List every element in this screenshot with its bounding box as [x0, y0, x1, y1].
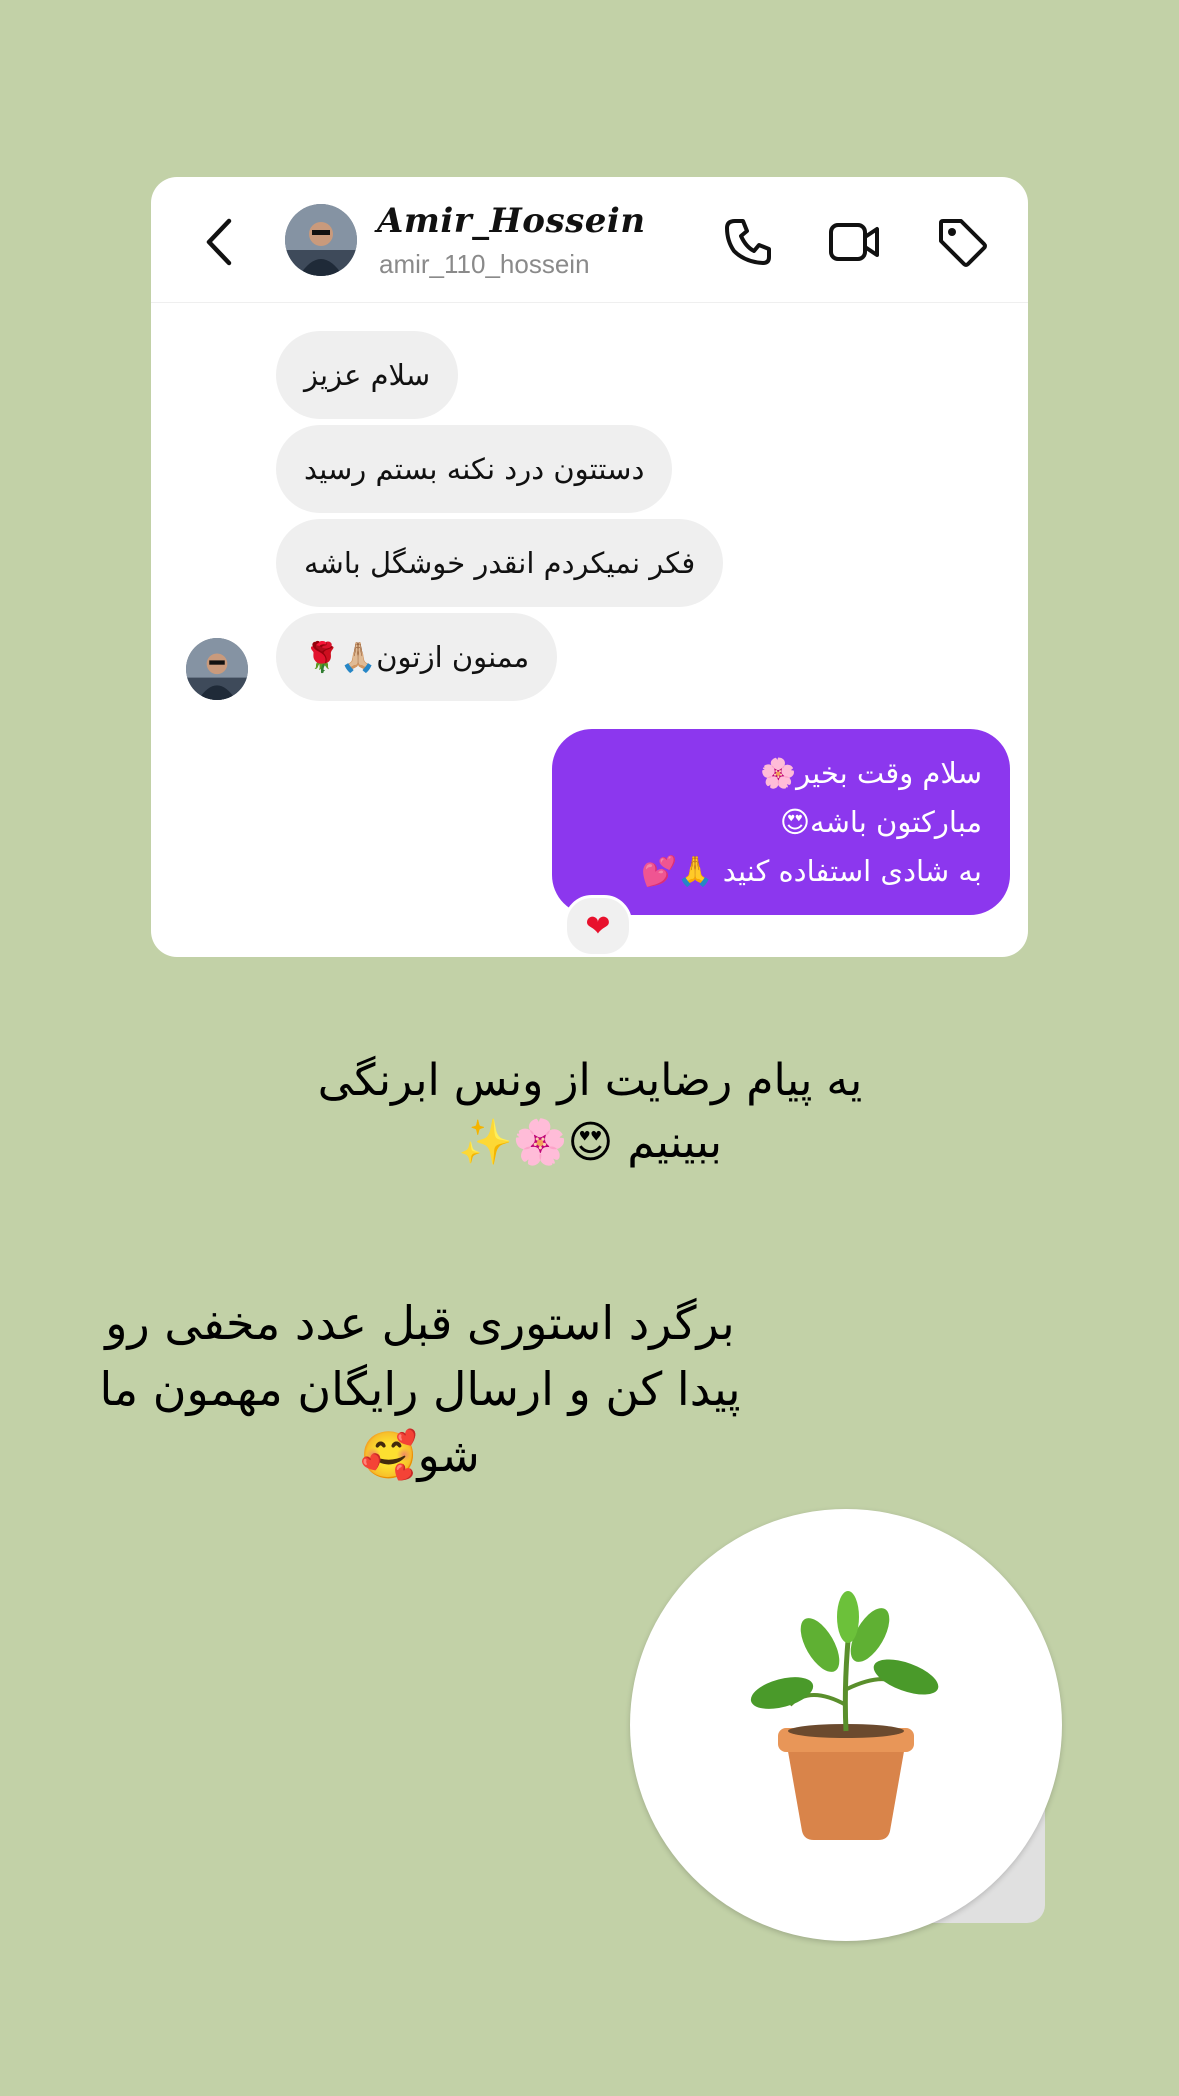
chat-card: Amir_Hossein amir_110_hossein سلام عزیز … — [151, 177, 1028, 957]
caption-instructions: برگرد استوری قبل عدد مخفی رو پیدا کن و ا… — [99, 1296, 741, 1482]
tag-icon[interactable] — [935, 215, 989, 269]
incoming-message[interactable]: سلام عزیز — [276, 331, 459, 419]
outgoing-line: به شادی استفاده کنید 🙏💕 — [641, 854, 982, 888]
avatar[interactable] — [285, 204, 357, 276]
contact-handle: amir_110_hossein — [379, 249, 590, 279]
plant-sticker[interactable] — [630, 1509, 1062, 1941]
outgoing-message[interactable]: سلام وقت بخیر🌸 مبارکتون باشه😍 به شادی اس… — [552, 729, 1010, 915]
incoming-message[interactable]: فکر نمیکردم انقدر خوشگل باشه — [276, 519, 724, 607]
incoming-message[interactable]: دستتون درد نکنه بستم رسید — [276, 425, 673, 513]
outgoing-line: مبارکتون باشه😍 — [779, 805, 982, 839]
video-camera-icon[interactable] — [827, 215, 881, 269]
potted-plant-icon — [750, 1591, 939, 1840]
incoming-message[interactable]: ممنون ازتون🙏🏼🌹 — [276, 613, 558, 701]
chat-header: Amir_Hossein amir_110_hossein — [151, 177, 1028, 303]
phone-icon[interactable] — [721, 215, 775, 269]
heart-reaction-icon[interactable]: ❤ — [564, 895, 632, 957]
back-arrow-icon[interactable] — [201, 217, 241, 267]
caption-review: یه پیام رضایت از ونس ابرنگی ببینیم 😍🌸✨ — [317, 1055, 863, 1168]
contact-name: Amir_Hossein — [377, 201, 646, 241]
sender-avatar[interactable] — [186, 638, 248, 700]
outgoing-line: سلام وقت بخیر🌸 — [760, 756, 982, 790]
